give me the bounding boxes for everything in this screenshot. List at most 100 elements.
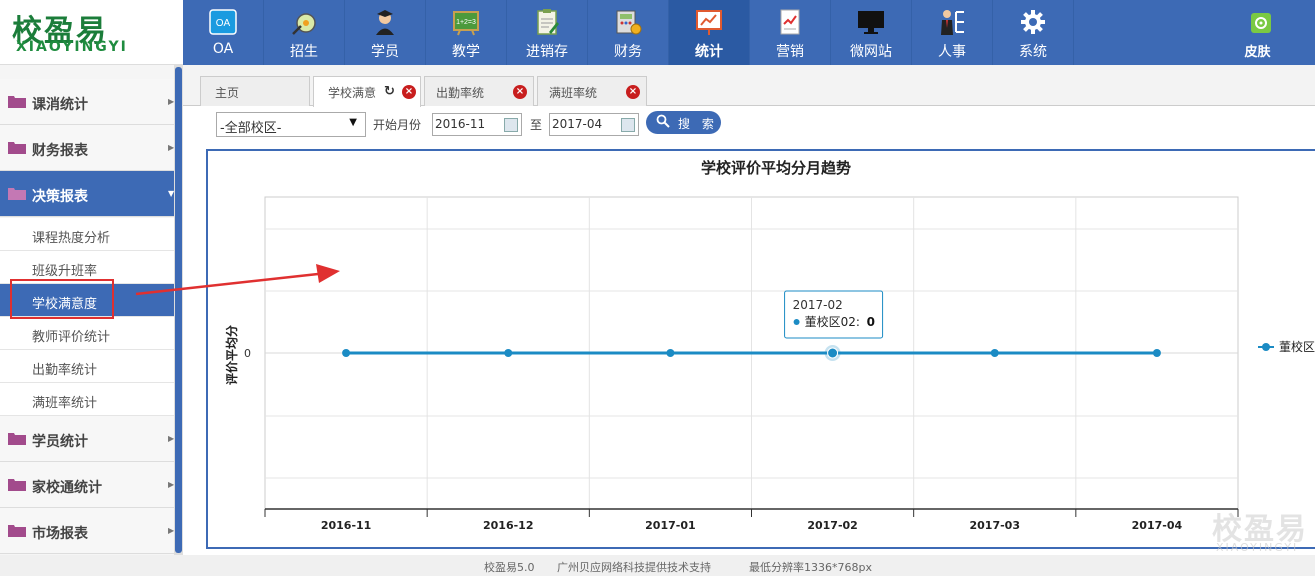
start-month-input[interactable]: 2016-11 [432,113,522,136]
folder-icon [8,142,26,154]
campus-select-value: -全部校区- [220,121,282,136]
sidebar-group-label: 学员统计 [32,434,88,450]
legend-label: 董校区 [1279,339,1315,354]
start-month-label: 开始月份 [373,118,422,132]
tab-school-satisfaction[interactable]: 学校满意 ↻ × [313,76,421,107]
footer-support: 广州贝应网络科技提供技术支持 [557,561,711,574]
nav-label: 人事 [938,44,966,60]
data-point [666,349,675,357]
nav-item-marketing[interactable]: 营销 [750,0,831,65]
watermark-logo-english: XIAOYINGYI [1216,541,1299,554]
x-tick-label: 2017-04 [1132,519,1183,532]
nav-item-finance[interactable]: 财务 [588,0,669,65]
gear-icon [1021,10,1045,34]
main-nav: OA OA 招生 学员 1+2=3 教学 进销存 财务 统计 营销 微网站 人事… [183,0,1074,65]
sidebar-group-label: 财务报表 [32,143,88,159]
nav-label: 教学 [452,44,480,60]
nav-item-system[interactable]: 系统 [993,0,1074,65]
sidebar-item-label: 出勤率统计 [32,363,98,378]
footer: 校盈易5.0 广州贝应网络科技提供技术支持 最低分辨率1336*768px [0,555,1315,576]
x-tick-label: 2017-03 [970,519,1021,532]
footer-resolution: 最低分辨率1336*768px [749,561,872,574]
sidebar-group-finance-report[interactable]: 财务报表 ▶ [0,125,174,171]
line-chart: 学校评价平均分月趋势 2016-11 2016-12 2017-01 2017-02 20… [224,159,1315,532]
tab-label: 满班率统 [549,86,598,100]
x-tick-label: 2017-01 [645,519,696,532]
chart-title: 学校评价平均分月趋势 [701,159,851,177]
calendar-icon[interactable] [621,118,635,132]
start-month-value: 2016-11 [435,117,486,131]
sidebar-item-course-popularity[interactable]: 课程热度分析 [0,218,174,251]
refresh-icon[interactable]: ↻ [384,84,395,99]
nav-label: 营销 [776,44,804,60]
sidebar-group-decision-report[interactable]: 决策报表 ▼ [0,171,174,217]
nav-item-enrollment[interactable]: 招生 [264,0,345,65]
sidebar-scrollbar-thumb[interactable] [175,67,182,553]
svg-text:1+2=3: 1+2=3 [456,19,476,26]
search-icon [656,114,670,128]
sidebar-item-teacher-evaluation[interactable]: 教师评价统计 [0,317,174,350]
svg-text:OA: OA [216,18,231,29]
x-tick-label: 2016-11 [321,519,372,532]
nav-label: 统计 [695,44,723,60]
data-point [990,349,999,357]
tab-attendance[interactable]: 出勤率统 × [424,76,534,106]
chart-panel: 学校评价平均分月趋势 2016-11 2016-12 2017-01 2017-02 20… [206,149,1315,549]
monitor-icon [858,11,884,34]
tooltip-series-name: 董校区02: [805,314,860,329]
tooltip-category: 2017-02 [793,298,843,312]
sidebar: 课消统计 ▶ 财务报表 ▶ 决策报表 ▼ 课程热度分析 班级升班率 学校满意度 … [0,65,183,555]
calendar-icon[interactable] [504,118,518,132]
sidebar-group-home-school-stats[interactable]: 家校通统计 ▶ [0,462,174,508]
statistics-icon [696,10,722,35]
app-logo[interactable]: 校盈易 XIAOYINGYI [0,0,183,65]
sidebar-group-label: 决策报表 [32,189,88,205]
tab-bar: 主页 学校满意 ↻ × 出勤率统 × 满班率统 × [183,65,1315,107]
close-icon[interactable]: × [513,85,527,99]
end-month-input[interactable]: 2017-04 [549,113,639,136]
nav-item-statistics[interactable]: 统计 [669,0,750,65]
sidebar-item-label: 班级升班率 [32,264,98,279]
sidebar-group-label: 市场报表 [32,526,88,542]
marketing-icon [780,9,800,35]
enrollment-icon [292,13,316,35]
tab-label: 主页 [215,86,240,100]
tab-home[interactable]: 主页 [200,76,310,106]
sidebar-group-student-stats[interactable]: 学员统计 ▶ [0,416,174,462]
sidebar-group-market-report[interactable]: 市场报表 ▶ [0,508,174,554]
y-tick-label: 0 [244,347,251,360]
campus-select[interactable]: -全部校区- ▼ [216,112,366,137]
nav-item-oa[interactable]: OA OA [183,0,264,65]
nav-label: 系统 [1019,44,1047,60]
close-icon[interactable]: × [402,85,416,99]
sidebar-item-label: 课程热度分析 [32,231,111,246]
tab-full-class[interactable]: 满班率统 × [537,76,647,106]
close-icon[interactable]: × [626,85,640,99]
sidebar-item-attendance-rate[interactable]: 出勤率统计 [0,350,174,383]
nav-item-teaching[interactable]: 1+2=3 教学 [426,0,507,65]
data-point [827,347,839,359]
search-button[interactable]: 搜 索 [646,111,721,134]
folder-icon [8,188,26,200]
nav-item-inventory[interactable]: 进销存 [507,0,588,65]
sidebar-group-label: 家校通统计 [32,480,102,496]
search-button-label: 搜 索 [678,117,718,131]
to-label: 至 [530,118,543,132]
folder-icon [8,525,26,537]
personnel-icon [941,10,964,35]
tab-label: 出勤率统 [436,86,485,100]
caret-down-icon: ▼ [349,117,357,128]
skin-button[interactable]: 皮肤 [1225,0,1290,65]
y-axis-label: 评价平均分 [224,325,239,385]
sidebar-group-course-consumption[interactable]: 课消统计 ▶ [0,79,174,125]
nav-item-microsite[interactable]: 微网站 [831,0,912,65]
nav-label: 招生 [290,44,318,60]
nav-item-student[interactable]: 学员 [345,0,426,65]
nav-label: 学员 [371,44,399,60]
student-icon [376,10,394,35]
finance-icon [616,10,642,35]
nav-item-personnel[interactable]: 人事 [912,0,993,65]
sidebar-item-full-class-rate[interactable]: 满班率统计 [0,383,174,416]
skin-icon [1251,13,1271,33]
logo-english: XIAOYINGYI [16,39,128,55]
